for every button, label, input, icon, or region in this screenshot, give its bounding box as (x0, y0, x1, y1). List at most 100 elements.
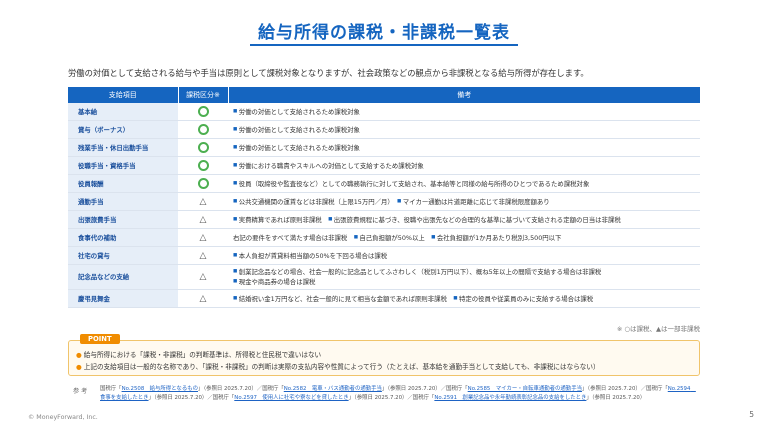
note-text: 労働の対価として支給されるため課税対象 (238, 143, 360, 152)
page-number: 5 (749, 410, 754, 419)
table-body: 基本給 ■ 労働の対価として支給されるため課税対象 賞与（ボーナス） ■ 労働の対価と… (68, 103, 700, 308)
table-row: 記念品などの支給 △ ■ 創業記念品などの場合、社会一般的に記念品としてふさわしく（… (68, 264, 700, 290)
note-item: ■ 労働における職責やスキルへの対価として支給するため課税対象 (233, 162, 424, 170)
note-text: 労働の対価として支給されるため課税対象 (238, 107, 360, 116)
row-item-label: 社宅の貸与 (68, 246, 178, 265)
note-item: ■ 労働の対価として支給されるため課税対象 (233, 144, 360, 152)
title-underline (250, 44, 518, 46)
partial-nontaxable-triangle-icon: △ (199, 250, 207, 261)
taxable-circle-icon (197, 142, 209, 153)
note-text: 公共交通機関の運賃などは非課税（上限15万円／月） (238, 197, 391, 206)
note-item: ■ 自己負担額が50%以上 (354, 234, 425, 242)
note-text: 創業記念品などの場合、社会一般的に記念品としてふさわしく（税別1万円以下）、概ね… (238, 268, 602, 276)
table-row: 社宅の貸与 △ ■ 本人負担が賃貸料相当額の50%を下回る場合は課税 (68, 246, 700, 265)
row-item-label: 通勤手当 (68, 192, 178, 211)
point-tag: POINT (80, 334, 120, 344)
note-item: ■ 特定の役員や従業員のみに支給する場合は課税 (453, 295, 593, 303)
note-text: 役員（取締役や監査役など）としての職務執行に対して支給され、基本給等と同様の給与… (238, 179, 590, 188)
note-text: 出張旅費規程に基づき、役職や出張先などの合理的な基準に基づいて支給される定額の日… (333, 215, 621, 224)
row-item-label: 基本給 (68, 103, 178, 121)
taxable-circle-icon (197, 124, 209, 135)
references-list: 国税庁「No.2508 給与所得となるもの」（参照日 2025.7.20）／国税… (100, 385, 700, 403)
bullet-icon: ● (76, 363, 82, 371)
reference-link[interactable]: No.2582 電車・バス通勤者の通勤手当 (284, 386, 382, 392)
reference-prefix: 国税庁「 (412, 395, 435, 401)
taxable-circle-icon (197, 178, 209, 189)
taxable-circle-icon (197, 160, 209, 171)
row-notes: ■ 役員（取締役や監査役など）としての職務執行に対して支給され、基本給等と同様の… (228, 174, 700, 193)
bullet-icon: ● (76, 351, 82, 359)
note-item: ■ 現金や商品券の場合は課税 (233, 278, 315, 286)
note-item: ■ 会社負担額が1か月あたり税別3,500円以下 (431, 234, 561, 242)
reference-suffix: 」（参照日 2025.7.20）／ (581, 386, 647, 392)
taxable-circle-icon (197, 106, 209, 117)
page-title: 給与所得の課税・非課税一覧表 (258, 23, 510, 43)
note-item: ■ 創業記念品などの場合、社会一般的に記念品としてふさわしく（税別1万円以下）、… (233, 268, 601, 276)
note-text: 労働における職責やスキルへの対価として支給するため課税対象 (238, 161, 424, 170)
reference-link[interactable]: No.2597 使用人に社宅や寮などを貸したとき (234, 395, 348, 401)
legend-note: ※ ○は課税、▲は一部非課税 (616, 325, 700, 333)
note-item: ■ 結婚祝い金1万円など、社会一般的に見て相当な金額であれば原則非課税 (233, 295, 447, 303)
note-text: 現金や商品券の場合は課税 (238, 278, 316, 286)
note-item: ■ 公共交通機関の運賃などは非課税（上限15万円／月） (233, 198, 391, 206)
tax-mark-cell: △ (178, 192, 228, 211)
tax-mark-cell (178, 156, 228, 175)
header-notes: 備考 (228, 87, 700, 103)
note-text: 特定の役員や従業員のみに支給する場合は課税 (458, 294, 594, 303)
copyright: © MoneyForward, Inc. (28, 414, 98, 421)
point-line: ● 給与所得における「課税・非課税」の判断基準は、所得税と住民税で違いはない (76, 349, 321, 359)
row-notes: ■ 公共交通機関の運賃などは非課税（上限15万円／月） ■ マイカー通勤は片道距… (228, 192, 700, 211)
row-item-label: 出張旅費手当 (68, 210, 178, 229)
reference-prefix: 国税庁「 (646, 386, 668, 392)
note-text: マイカー通勤は片道距離に応じて非課税限度額あり (402, 197, 550, 206)
reference-suffix: 」（参照日 2025.7.20）／ (381, 386, 447, 392)
reference-prefix: 国税庁「 (100, 386, 122, 392)
row-notes: ■ 労働の対価として支給されるため課税対象 (228, 120, 700, 139)
note-item: ■ 役員（取締役や監査役など）としての職務執行に対して支給され、基本給等と同様の… (233, 180, 589, 188)
reference-link[interactable]: No.2508 給与所得となるもの (122, 386, 198, 392)
table-row: 慶弔見舞金 △ ■ 結婚祝い金1万円など、社会一般的に見て相当な金額であれば原則非課… (68, 289, 700, 308)
tax-mark-cell: △ (178, 246, 228, 265)
tax-mark-cell: △ (178, 289, 228, 308)
reference-prefix: 国税庁「 (262, 386, 284, 392)
reference-suffix: 」（参照日 2025.7.20）／ (198, 386, 263, 392)
row-notes: ■ 労働における職責やスキルへの対価として支給するため課税対象 (228, 156, 700, 175)
table-row: 通勤手当 △ ■ 公共交通機関の運賃などは非課税（上限15万円／月） ■ マイカー通… (68, 192, 700, 211)
note-item: ■ 出張旅費規程に基づき、役職や出張先などの合理的な基準に基づいて支給される定額… (328, 216, 621, 224)
tax-mark-cell (178, 120, 228, 139)
note-item: 右記の要件をすべて満たす場合は非課税 (233, 234, 347, 242)
row-item-label: 役職手当・資格手当 (68, 156, 178, 175)
reference-prefix: 国税庁「 (212, 395, 235, 401)
row-item-label: 記念品などの支給 (68, 264, 178, 290)
tax-mark-cell: △ (178, 264, 228, 290)
note-text: 本人負担が賃貸料相当額の50%を下回る場合は課税 (238, 251, 388, 260)
references-label: 参 考 (73, 388, 88, 395)
tax-mark-cell: △ (178, 210, 228, 229)
note-text: 自己負担額が50%以上 (359, 233, 425, 242)
reference-link[interactable]: No.2591 創業記念品や永年勤続表彰記念品の支給をしたとき (434, 395, 586, 401)
note-text: 右記の要件をすべて満たす場合は非課税 (233, 233, 348, 242)
row-notes: ■ 実費精算であれば原則非課税 ■ 出張旅費規程に基づき、役職や出張先などの合理… (228, 210, 700, 229)
note-text: 会社負担額が1か月あたり税別3,500円以下 (436, 233, 562, 242)
table-row: 基本給 ■ 労働の対価として支給されるため課税対象 (68, 103, 700, 121)
header-tax-category: 課税区分※ (178, 87, 229, 103)
note-item: ■ 労働の対価として支給されるため課税対象 (233, 108, 360, 116)
table-row: 食事代の補助 △ 右記の要件をすべて満たす場合は非課税 ■ 自己負担額が50%以上 … (68, 228, 700, 247)
table-row: 残業手当・休日出勤手当 ■ 労働の対価として支給されるため課税対象 (68, 138, 700, 157)
note-item: ■ マイカー通勤は片道距離に応じて非課税限度額あり (397, 198, 550, 206)
row-notes: ■ 結婚祝い金1万円など、社会一般的に見て相当な金額であれば原則非課税 ■ 特定… (228, 289, 700, 308)
header-item: 支給項目 (68, 87, 179, 103)
note-item: ■ 労働の対価として支給されるため課税対象 (233, 126, 360, 134)
partial-nontaxable-triangle-icon: △ (199, 196, 207, 207)
tax-mark-cell: △ (178, 228, 228, 247)
note-item: ■ 実費精算であれば原則非課税 (233, 216, 322, 224)
tax-mark-cell (178, 174, 228, 193)
partial-nontaxable-triangle-icon: △ (199, 272, 207, 282)
tax-mark-cell (178, 103, 228, 121)
reference-link[interactable]: No.2585 マイカー・自転車通勤者の通勤手当 (468, 386, 582, 392)
row-notes: 右記の要件をすべて満たす場合は非課税 ■ 自己負担額が50%以上 ■ 会社負担額… (228, 228, 700, 247)
point-line: ● 上記の支給項目は一般的な名称であり、「課税・非課税」の判断は実際の支払内容や性… (76, 361, 600, 371)
reference-prefix: 国税庁「 (446, 386, 468, 392)
partial-nontaxable-triangle-icon: △ (199, 232, 207, 243)
reference-suffix: 」（参照日 2025.7.20） (586, 395, 646, 401)
